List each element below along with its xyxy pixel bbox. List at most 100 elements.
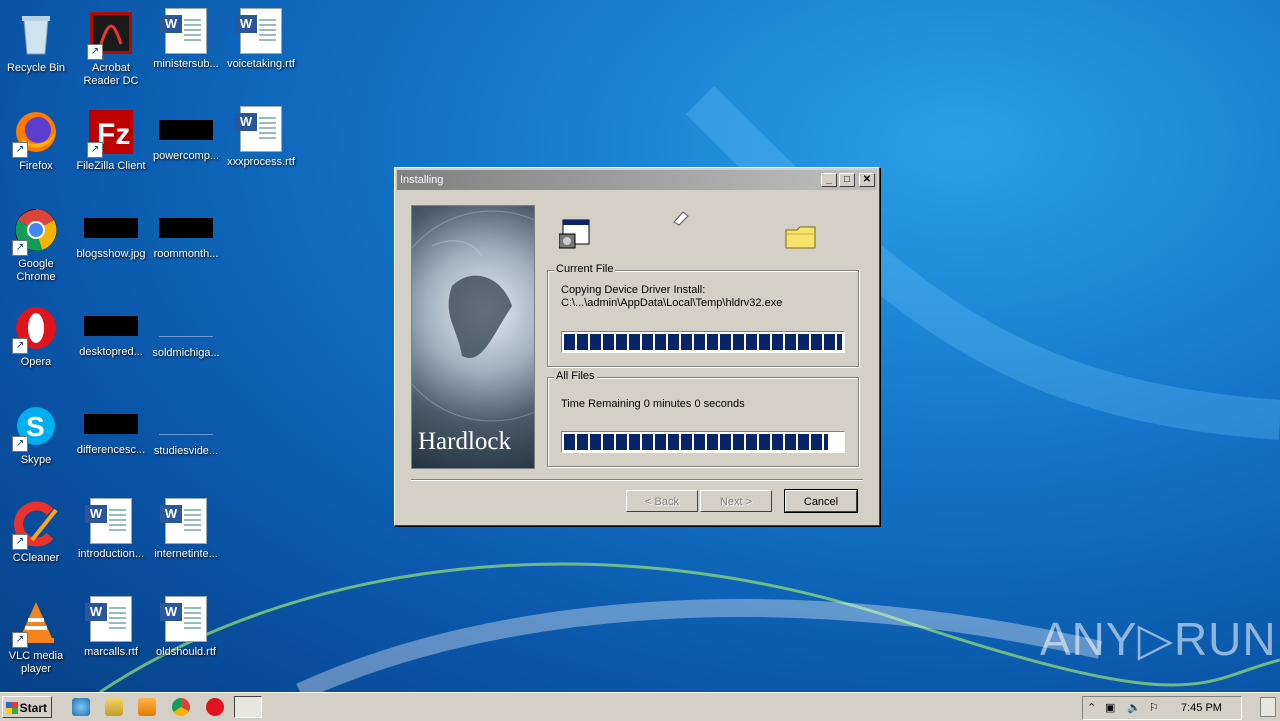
opera-icon: ↗ xyxy=(12,304,60,354)
svg-text:S: S xyxy=(26,411,45,442)
opera-taskbar-icon[interactable] xyxy=(206,698,224,716)
hardlock-banner-image: Hardlock xyxy=(411,205,535,469)
icon-label: blogsshow.jpg xyxy=(76,248,146,260)
show-hidden-icons-icon[interactable]: ⌃ xyxy=(1087,697,1096,719)
filezilla-icon: Fz ↗ xyxy=(87,108,135,158)
anyrun-watermark: ANY▷RUN xyxy=(1040,613,1277,665)
clock[interactable]: 7:45 PM xyxy=(1181,697,1222,719)
vlc-icon: ↗ xyxy=(12,598,60,648)
current-file-path: C:\...\admin\AppData\Local\Temp\hldrv32.… xyxy=(561,297,783,309)
desktop-icon-filezilla[interactable]: Fz ↗ FileZilla Client xyxy=(74,104,148,173)
desktop-icon-roommonth[interactable]: roommonth... xyxy=(149,202,223,261)
desktop-icon-chrome[interactable]: ↗ Google Chrome xyxy=(0,202,73,284)
show-desktop-button[interactable] xyxy=(1260,697,1276,717)
icon-label: Firefox xyxy=(19,160,53,172)
redacted-thumbnail xyxy=(84,414,138,434)
cancel-button[interactable]: Cancel xyxy=(784,489,858,513)
chrome-taskbar-icon[interactable] xyxy=(172,698,190,716)
icon-label: soldmichiga... xyxy=(152,347,220,359)
windows-flag-icon xyxy=(6,702,18,714)
flying-file-icon xyxy=(673,211,689,226)
word-document-icon: W xyxy=(160,596,207,642)
start-label: Start xyxy=(19,701,47,715)
explorer-icon[interactable] xyxy=(105,698,123,716)
back-button[interactable]: < Back xyxy=(626,490,698,512)
icon-label: Acrobat Reader DC xyxy=(83,62,139,87)
blank-thumbnail xyxy=(159,414,213,435)
current-file-progress-fill xyxy=(564,334,842,350)
word-document-icon: W xyxy=(160,8,207,54)
setup-program-icon xyxy=(559,219,590,249)
word-document-icon: W xyxy=(85,498,132,544)
icon-label: introduction... xyxy=(77,548,145,560)
current-file-action: Copying Device Driver Install: xyxy=(561,284,706,296)
icon-label: marcalls.rtf xyxy=(84,646,138,658)
action-center-flag-icon[interactable]: ⚐ xyxy=(1149,697,1159,719)
icon-label: powercomp... xyxy=(152,150,220,162)
installer-taskbar-button[interactable] xyxy=(234,696,262,718)
chrome-icon: ↗ xyxy=(12,206,60,256)
start-button[interactable]: Start xyxy=(2,696,52,718)
system-tray: ⌃ ▣ 🔈 ⚐ 7:45 PM xyxy=(1082,696,1242,720)
icon-label: voicetaking.rtf xyxy=(227,58,295,70)
banner-brand-text: Hardlock xyxy=(418,428,512,455)
current-file-progress-bar xyxy=(561,331,845,353)
word-document-icon: W xyxy=(235,8,282,54)
maximize-button[interactable]: □ xyxy=(839,173,855,187)
desktop-icon-studiesvide[interactable]: studiesvide... xyxy=(149,398,223,458)
window-title: Installing xyxy=(400,174,444,186)
skype-icon: S ↗ xyxy=(12,402,60,452)
blank-thumbnail xyxy=(159,316,213,337)
icon-label: VLC media player xyxy=(8,650,64,675)
current-file-legend: Current File xyxy=(554,263,616,275)
icon-label: Google Chrome xyxy=(16,258,56,283)
next-button[interactable]: Next > xyxy=(700,490,772,512)
minimize-button[interactable]: _ xyxy=(821,173,837,187)
desktop-icon-introduction[interactable]: W introduction... xyxy=(74,496,148,561)
desktop-icon-blogsshow[interactable]: blogsshow.jpg xyxy=(74,202,148,261)
icon-label: desktopred... xyxy=(79,346,143,358)
all-files-progress-fill xyxy=(564,434,829,450)
desktop-icon-internetinte[interactable]: W internetinte... xyxy=(149,496,223,561)
volume-icon[interactable]: 🔈 xyxy=(1127,697,1141,719)
desktop-icon-firefox[interactable]: ↗ Firefox xyxy=(0,104,73,173)
redacted-thumbnail xyxy=(84,218,138,238)
desktop-icon-xxxprocess[interactable]: W xxxprocess.rtf xyxy=(224,104,298,169)
network-icon[interactable]: ▣ xyxy=(1105,697,1115,719)
close-button[interactable]: ✕ xyxy=(859,173,875,187)
desktop-icon-desktopred[interactable]: desktopred... xyxy=(74,300,148,359)
desktop-icon-ccleaner[interactable]: ↗ CCleaner xyxy=(0,496,73,565)
desktop-icon-powercomp[interactable]: powercomp... xyxy=(149,104,223,163)
desktop-icon-voicetaking[interactable]: W voicetaking.rtf xyxy=(224,6,298,71)
icon-label: Opera xyxy=(20,356,52,368)
desktop-icon-marcalls[interactable]: W marcalls.rtf xyxy=(74,594,148,659)
installer-window[interactable]: Installing _ □ ✕ Hardlock Current File C… xyxy=(394,167,880,526)
desktop-icon-ministersub[interactable]: W ministersub... xyxy=(149,6,223,71)
media-player-icon[interactable] xyxy=(138,698,156,716)
word-document-icon: W xyxy=(235,106,282,152)
firefox-icon: ↗ xyxy=(12,108,60,158)
icon-label: Recycle Bin xyxy=(6,62,66,74)
icon-label: ministersub... xyxy=(153,58,219,70)
desktop-icon-differencesc[interactable]: differencesc... xyxy=(74,398,148,457)
window-titlebar[interactable]: Installing _ □ ✕ xyxy=(397,170,877,190)
word-document-icon: W xyxy=(160,498,207,544)
icon-label: FileZilla Client xyxy=(76,160,146,172)
desktop-icon-vlc[interactable]: ↗ VLC media player xyxy=(0,594,73,676)
desktop-icon-oldshould[interactable]: W oldshould.rtf xyxy=(149,594,223,659)
word-document-icon: W xyxy=(85,596,132,642)
current-file-group: Current File Copying Device Driver Insta… xyxy=(547,263,859,367)
taskbar: Start ⌃ ▣ 🔈 ⚐ 7:45 PM xyxy=(0,692,1280,721)
folder-icon xyxy=(785,226,816,249)
icon-label: Skype xyxy=(20,454,52,466)
icon-label: studiesvide... xyxy=(153,445,219,457)
icon-label: internetinte... xyxy=(154,548,218,560)
desktop-icon-skype[interactable]: S ↗ Skype xyxy=(0,398,73,467)
all-files-legend: All Files xyxy=(554,370,597,382)
desktop-icon-acrobat[interactable]: ↗ Acrobat Reader DC xyxy=(74,6,148,88)
desktop-icon-soldmichiga[interactable]: soldmichiga... xyxy=(149,300,223,360)
desktop-icon-opera[interactable]: ↗ Opera xyxy=(0,300,73,369)
icon-label: roommonth... xyxy=(153,248,219,260)
desktop-icon-recycle-bin[interactable]: Recycle Bin xyxy=(0,6,73,75)
ie-icon[interactable] xyxy=(72,698,90,716)
